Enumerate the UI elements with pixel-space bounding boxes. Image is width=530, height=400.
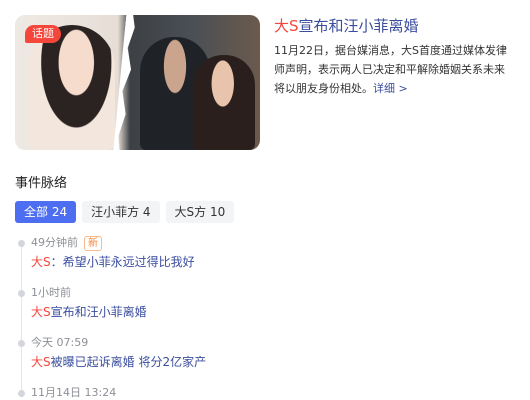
filter-tab-all[interactable]: 全部 24 — [15, 201, 77, 223]
top-story-card: 话题 大S宣布和汪小菲离婚 11月22日，据台媒消息，大S首度通过媒体发律师声明… — [15, 15, 515, 150]
event-time-row: 11月14日 13:24 — [31, 384, 497, 400]
event-title[interactable]: 大S被曝已起诉离婚 将分2亿家产 — [31, 352, 497, 372]
event-time: 11月14日 13:24 — [31, 386, 117, 399]
headline-text: 宣布和汪小菲离婚 — [298, 17, 419, 35]
event-title-highlight: 大S — [31, 305, 51, 319]
event-title-highlight: 大S — [31, 355, 51, 369]
event-time: 1小时前 — [31, 286, 71, 299]
event-title-highlight: 大S — [31, 255, 51, 269]
event-title-text: 宣布和汪小菲离婚 — [50, 305, 147, 319]
story-photo[interactable]: 话题 — [15, 15, 260, 150]
event-time-row: 今天 07:59 — [31, 334, 497, 352]
story-headline[interactable]: 大S宣布和汪小菲离婚 — [274, 15, 515, 37]
section-title: 事件脉络 — [15, 176, 68, 191]
event-title-text: ：希望小菲永远过得比我好 — [50, 255, 195, 269]
photo-person-woman — [193, 55, 255, 150]
timeline-dot — [18, 340, 25, 347]
timeline-event: 11月14日 13:24 — [17, 384, 497, 400]
photo-tear-divider — [111, 15, 141, 150]
timeline-dot — [18, 290, 25, 297]
new-tag: 新 — [84, 235, 102, 251]
timeline-event: 49分钟前 新 大S：希望小菲永远过得比我好 — [17, 234, 497, 272]
filter-tab-wang[interactable]: 汪小菲方 4 — [82, 201, 160, 223]
event-time-row: 1小时前 — [31, 284, 497, 302]
story-summary: 11月22日，据台媒消息，大S首度通过媒体发律师声明，表示两人已决定和平解除婚姻… — [274, 41, 515, 98]
timeline-event: 1小时前 大S宣布和汪小菲离婚 — [17, 284, 497, 322]
event-title[interactable]: 大S：希望小菲永远过得比我好 — [31, 252, 497, 272]
event-time: 今天 07:59 — [31, 336, 89, 349]
event-time: 49分钟前 — [31, 236, 78, 249]
event-time-row: 49分钟前 新 — [31, 234, 497, 252]
timeline-dot — [18, 390, 25, 397]
event-title[interactable]: 大S宣布和汪小菲离婚 — [31, 302, 497, 322]
headline-highlight: 大S — [274, 17, 299, 35]
filter-tab-bigs[interactable]: 大S方 10 — [165, 201, 235, 223]
event-title-text: 被曝已起诉离婚 将分2亿家产 — [50, 355, 207, 369]
timeline-event: 今天 07:59 大S被曝已起诉离婚 将分2亿家产 — [17, 334, 497, 372]
topic-badge: 话题 — [25, 25, 61, 43]
photo-person-left — [29, 25, 115, 150]
timeline-dot — [18, 240, 25, 247]
event-timeline: 49分钟前 新 大S：希望小菲永远过得比我好 1小时前 大S宣布和汪小菲离婚 今… — [17, 234, 497, 400]
details-link[interactable]: 详细 > — [373, 82, 408, 95]
filter-tabs: 全部 24 汪小菲方 4 大S方 10 — [15, 201, 235, 223]
